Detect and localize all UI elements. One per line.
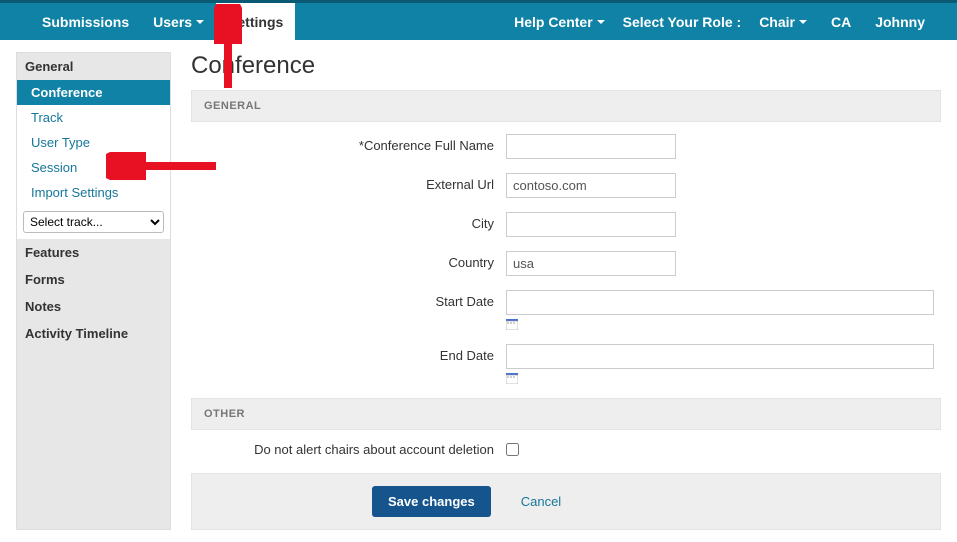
- sidebar-heading-forms[interactable]: Forms: [17, 266, 170, 293]
- input-conference-name[interactable]: [506, 134, 676, 159]
- cancel-link[interactable]: Cancel: [521, 494, 561, 509]
- top-nav: Submissions Users Settings Help Center S…: [0, 0, 957, 40]
- sidebar-item-session[interactable]: Session: [17, 155, 170, 180]
- sidebar-item-track[interactable]: Track: [17, 105, 170, 130]
- label-end-date: End Date: [191, 344, 506, 363]
- sidebar-heading-timeline[interactable]: Activity Timeline: [17, 320, 170, 347]
- sidebar-item-conference[interactable]: Conference: [17, 80, 170, 105]
- sidebar-heading-notes[interactable]: Notes: [17, 293, 170, 320]
- caret-down-icon: [799, 20, 807, 24]
- nav-help-center[interactable]: Help Center: [502, 3, 617, 40]
- label-country: Country: [191, 251, 506, 270]
- input-country[interactable]: [506, 251, 676, 276]
- page-title: Conference: [191, 52, 941, 80]
- calendar-icon[interactable]: [506, 373, 518, 384]
- track-select[interactable]: Select track...: [23, 211, 164, 233]
- label-external-url: External Url: [191, 173, 506, 192]
- top-nav-right: Help Center Select Your Role : Chair CA …: [502, 3, 937, 40]
- sidebar-general-list: Conference Track User Type Session Impor…: [17, 80, 170, 239]
- role-label: Select Your Role :: [617, 3, 748, 40]
- nav-role-select[interactable]: Chair: [747, 3, 819, 40]
- section-header-other: OTHER: [191, 398, 941, 430]
- save-button[interactable]: Save changes: [372, 486, 491, 517]
- nav-users[interactable]: Users: [141, 3, 216, 40]
- sidebar: General Conference Track User Type Sessi…: [16, 52, 171, 530]
- sidebar-item-import-settings[interactable]: Import Settings: [17, 180, 170, 205]
- input-external-url[interactable]: [506, 173, 676, 198]
- caret-down-icon: [196, 20, 204, 24]
- sidebar-item-user-type[interactable]: User Type: [17, 130, 170, 155]
- action-bar: Save changes Cancel: [191, 473, 941, 530]
- input-city[interactable]: [506, 212, 676, 237]
- input-end-date[interactable]: [506, 344, 934, 369]
- label-start-date: Start Date: [191, 290, 506, 309]
- label-conference-name: *Conference Full Name: [191, 134, 506, 153]
- calendar-icon[interactable]: [506, 319, 518, 330]
- caret-down-icon: [597, 20, 605, 24]
- top-nav-left: Submissions Users Settings: [30, 3, 295, 40]
- nav-ca[interactable]: CA: [819, 3, 863, 40]
- label-no-alert: Do not alert chairs about account deleti…: [191, 442, 506, 457]
- label-city: City: [191, 212, 506, 231]
- section-header-general: GENERAL: [191, 90, 941, 122]
- checkbox-no-alert[interactable]: [506, 443, 519, 456]
- sidebar-heading-features[interactable]: Features: [17, 239, 170, 266]
- nav-submissions[interactable]: Submissions: [30, 3, 141, 40]
- input-start-date[interactable]: [506, 290, 934, 315]
- main-content: Conference GENERAL *Conference Full Name…: [171, 52, 941, 530]
- nav-settings[interactable]: Settings: [216, 3, 295, 40]
- sidebar-heading-general: General: [17, 53, 170, 80]
- nav-user[interactable]: Johnny: [863, 3, 937, 40]
